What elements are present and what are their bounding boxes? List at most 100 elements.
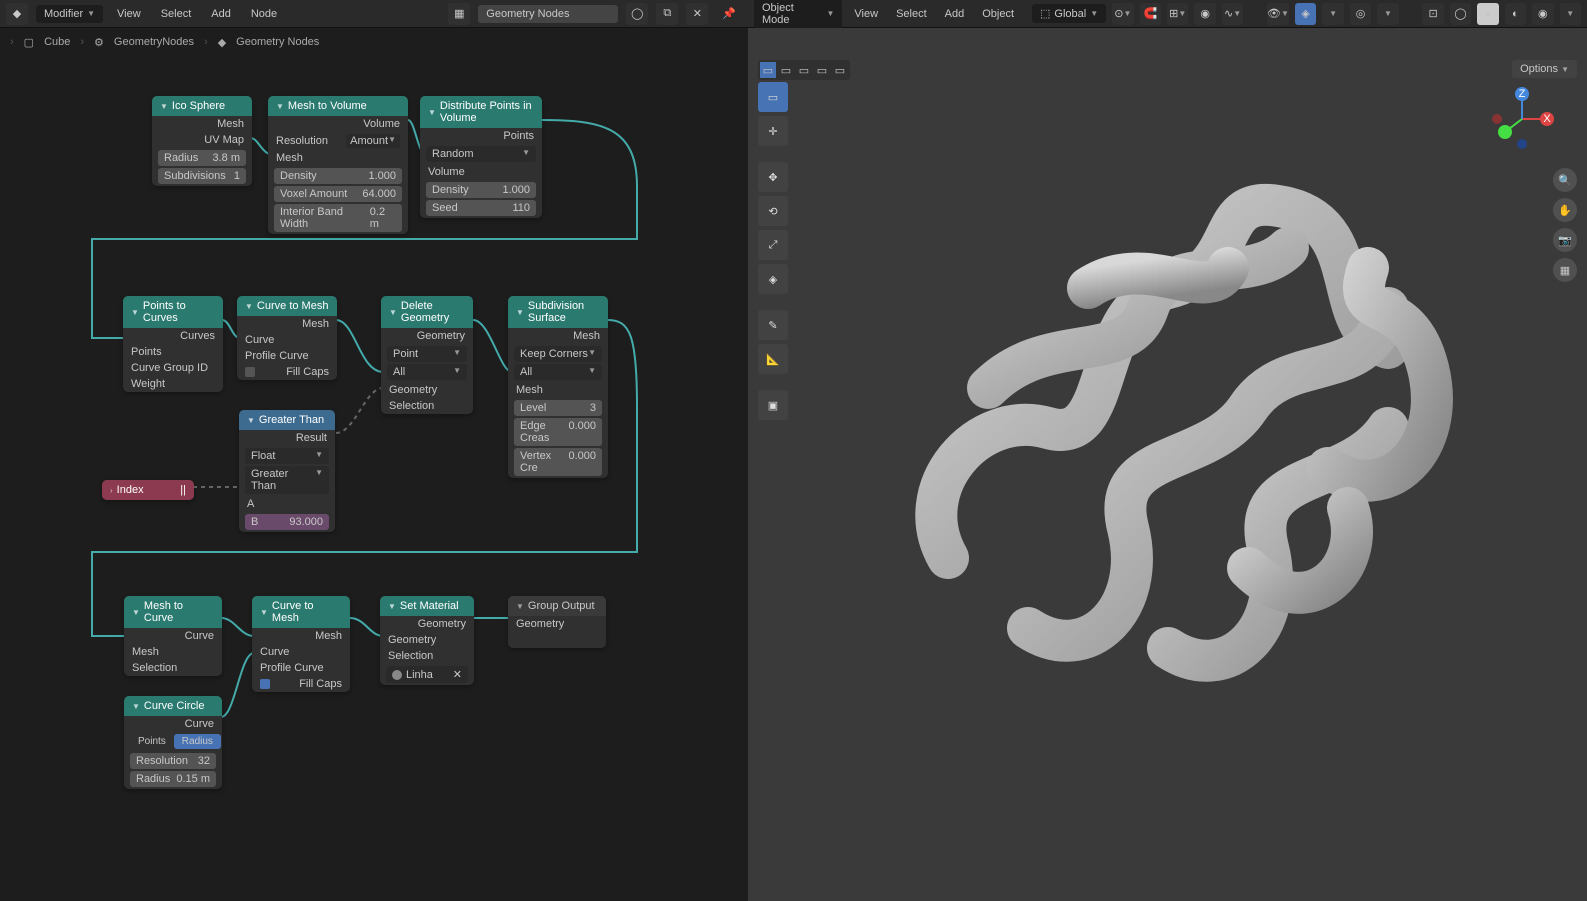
pivot-icon[interactable]: ⊙▼	[1112, 3, 1133, 25]
overlays-icon[interactable]: ◎	[1350, 3, 1371, 25]
bc-modifier[interactable]: GeometryNodes	[114, 36, 194, 48]
orientation-dropdown[interactable]: ⬚ Global▼	[1032, 4, 1106, 23]
shading-mat-icon[interactable]: ◐	[1505, 3, 1526, 25]
editor-type-icon[interactable]: ◆	[6, 3, 28, 25]
shield-icon[interactable]: ◯	[626, 3, 648, 25]
gizmo-dd-icon[interactable]: ▼	[1322, 3, 1343, 25]
overlays-dd-icon[interactable]: ▼	[1377, 3, 1398, 25]
tool-rotate[interactable]: ⟲	[758, 196, 788, 226]
camera-icon[interactable]: 📷	[1553, 228, 1577, 252]
field-level[interactable]: Level3	[514, 400, 602, 416]
sel-mode-extend[interactable]: ▭	[778, 62, 794, 78]
checkbox-fillcaps[interactable]	[245, 367, 255, 377]
domain-select[interactable]: Point▼	[387, 346, 467, 362]
shading-solid-icon[interactable]: ●	[1477, 3, 1498, 25]
node-delete-geometry[interactable]: ▼Delete Geometry Geometry Point▼ All▼ Ge…	[381, 296, 473, 414]
node-distribute-points[interactable]: ▼Distribute Points in Volume Points Rand…	[420, 96, 542, 218]
zoom-icon[interactable]: 🔍	[1553, 168, 1577, 192]
node-set-material[interactable]: ▼Set Material Geometry Geometry Selectio…	[380, 596, 474, 685]
node-index[interactable]: ›Index||	[102, 480, 194, 500]
node-header[interactable]: ▼Ico Sphere	[152, 96, 252, 116]
sel-mode-box[interactable]: ▭	[760, 62, 776, 78]
gizmo-toggle-icon[interactable]: ◈	[1295, 3, 1316, 25]
node-mesh-to-volume[interactable]: ▼Mesh to Volume Volume ResolutionAmount …	[268, 96, 408, 234]
copy-icon[interactable]: ⧉	[656, 3, 678, 25]
shading-render-icon[interactable]: ◉	[1532, 3, 1553, 25]
tool-measure[interactable]: 📐	[758, 344, 788, 374]
node-points-to-curves[interactable]: ▼Points to Curves Curves Points Curve Gr…	[123, 296, 223, 392]
field-edge-crease[interactable]: Edge Creas0.000	[514, 418, 602, 446]
node-curve-to-mesh-1[interactable]: ▼Curve to Mesh Mesh Curve Profile Curve …	[237, 296, 337, 380]
menu-add[interactable]: Add	[205, 5, 237, 23]
xray-icon[interactable]: ⊡	[1422, 3, 1443, 25]
node-greater-than[interactable]: ▼Greater Than Result Float▼ Greater Than…	[239, 410, 335, 532]
node-mesh-to-curve[interactable]: ▼Mesh to Curve Curve Mesh Selection	[124, 596, 222, 676]
uv-smooth-select[interactable]: Keep Corners▼	[514, 346, 602, 362]
field-subdivisions[interactable]: Subdivisions1	[158, 168, 246, 184]
field-resolution[interactable]: Resolution32	[130, 753, 216, 769]
field-density[interactable]: Density1.000	[426, 182, 536, 198]
proportional-type-icon[interactable]: ∿▼	[1222, 3, 1243, 25]
field-seed[interactable]: Seed110	[426, 200, 536, 216]
node-header[interactable]: ▼Mesh to Volume	[268, 96, 408, 116]
field-vertex-crease[interactable]: Vertex Cre0.000	[514, 448, 602, 476]
options-button[interactable]: Options ▼	[1512, 60, 1577, 78]
tool-select-box[interactable]: ▭	[758, 82, 788, 112]
field-b[interactable]: B93.000	[245, 514, 329, 530]
checkbox-fillcaps[interactable]	[260, 679, 270, 689]
node-editor-canvas[interactable]: ▼Ico Sphere Mesh UV Map Radius3.8 m Subd…	[0, 56, 748, 901]
node-header[interactable]: ▼Distribute Points in Volume	[420, 96, 542, 128]
resolution-row[interactable]: ResolutionAmount ▼	[268, 132, 408, 150]
viewport-canvas[interactable]: ▭ ▭ ▭ ▭ ▭ Options ▼ ▭ ✛ ✥ ⟲ ⤢ ◈ ✎ 📐 ▣	[748, 28, 1587, 901]
proportional-icon[interactable]: ◉	[1194, 3, 1215, 25]
mode-select[interactable]: All▼	[387, 364, 467, 380]
modifier-dropdown[interactable]: Modifier ▼	[36, 5, 103, 23]
field-density[interactable]: Density1.000	[274, 168, 402, 184]
node-subdivision-surface[interactable]: ▼Subdivision Surface Mesh Keep Corners▼ …	[508, 296, 608, 478]
snap-type-icon[interactable]: ⊞▼	[1167, 3, 1188, 25]
tool-transform[interactable]: ◈	[758, 264, 788, 294]
tool-annotate[interactable]: ✎	[758, 310, 788, 340]
visibility-icon[interactable]: 👁▼	[1267, 3, 1289, 25]
menu-node[interactable]: Node	[245, 5, 283, 23]
perspective-icon[interactable]: ▦	[1553, 258, 1577, 282]
close-icon[interactable]: ✕	[686, 3, 708, 25]
menu-add-3d[interactable]: Add	[939, 5, 971, 23]
datatype-select[interactable]: Float▼	[245, 448, 329, 464]
boundary-select[interactable]: All▼	[514, 364, 602, 380]
node-ico-sphere[interactable]: ▼Ico Sphere Mesh UV Map Radius3.8 m Subd…	[152, 96, 252, 186]
shading-wire-icon[interactable]: ◯	[1450, 3, 1471, 25]
field-band[interactable]: Interior Band Width0.2 m	[274, 204, 402, 232]
seg-points[interactable]: Points	[130, 734, 174, 749]
pin-icon[interactable]: 📌	[716, 7, 742, 20]
menu-object-3d[interactable]: Object	[976, 5, 1020, 23]
browse-icon[interactable]: ▦	[448, 3, 470, 25]
menu-select[interactable]: Select	[155, 5, 198, 23]
pan-icon[interactable]: ✋	[1553, 198, 1577, 222]
node-curve-to-mesh-2[interactable]: ▼Curve to Mesh Mesh Curve Profile Curve …	[252, 596, 350, 692]
tool-scale[interactable]: ⤢	[758, 230, 788, 260]
navigation-gizmo[interactable]: X Z	[1487, 84, 1557, 154]
sel-mode-intersect[interactable]: ▭	[832, 62, 848, 78]
menu-select-3d[interactable]: Select	[890, 5, 933, 23]
bc-nodegroup[interactable]: Geometry Nodes	[236, 36, 319, 48]
material-select[interactable]: Linha✕	[386, 666, 468, 683]
node-group-output[interactable]: ▼Group Output Geometry	[508, 596, 606, 648]
tool-move[interactable]: ✥	[758, 162, 788, 192]
bc-object[interactable]: Cube	[44, 36, 70, 48]
snap-icon[interactable]: 🧲	[1140, 3, 1161, 25]
field-radius[interactable]: Radius3.8 m	[158, 150, 246, 166]
op-select[interactable]: Greater Than▼	[245, 466, 329, 494]
seg-radius[interactable]: Radius	[174, 734, 221, 749]
nodegroup-name-input[interactable]: Geometry Nodes	[478, 5, 618, 23]
mode-dropdown[interactable]: Object Mode▼	[754, 0, 842, 29]
sel-mode-sub[interactable]: ▭	[796, 62, 812, 78]
menu-view-3d[interactable]: View	[848, 5, 884, 23]
viewport-3d[interactable]: Object Mode▼ View Select Add Object ⬚ Gl…	[748, 0, 1587, 901]
field-radius[interactable]: Radius0.15 m	[130, 771, 216, 787]
tool-cursor[interactable]: ✛	[758, 116, 788, 146]
field-voxel[interactable]: Voxel Amount64.000	[274, 186, 402, 202]
sel-mode-invert[interactable]: ▭	[814, 62, 830, 78]
node-curve-circle[interactable]: ▼Curve Circle Curve PointsRadius Resolut…	[124, 696, 222, 789]
menu-view[interactable]: View	[111, 5, 147, 23]
